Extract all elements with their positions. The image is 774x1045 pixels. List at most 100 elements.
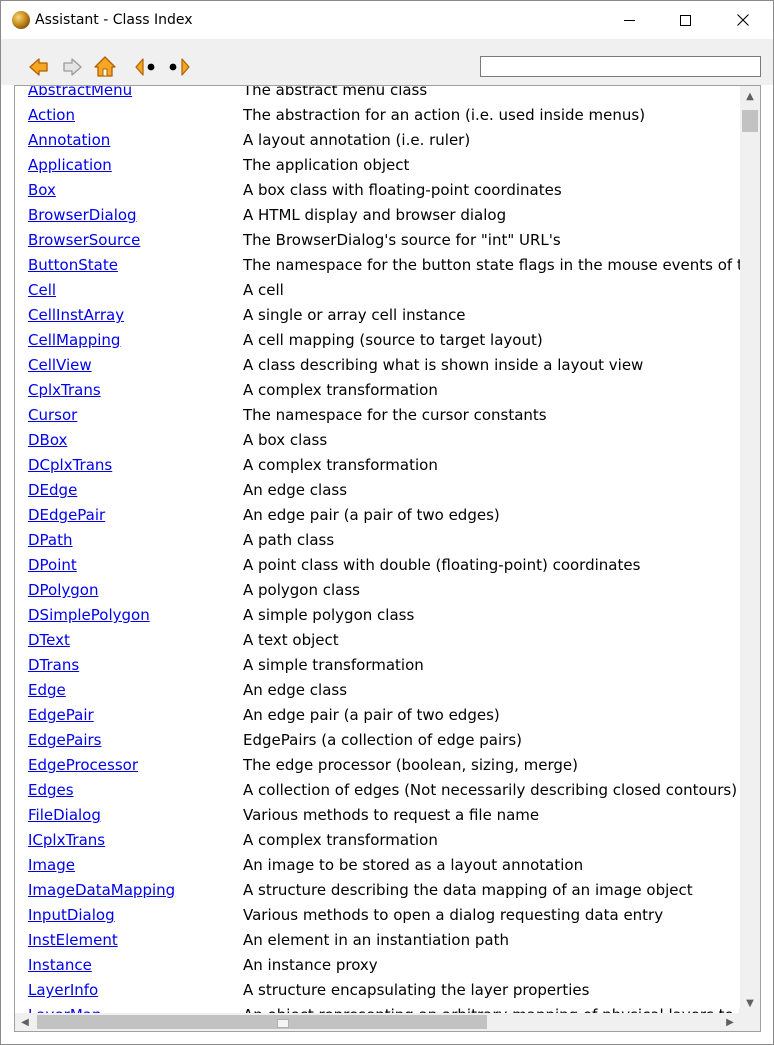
table-row: CellView A class describing what is shown… — [15, 353, 740, 378]
class-link[interactable]: CellView — [28, 356, 92, 374]
minimize-button[interactable] — [601, 1, 657, 39]
class-link[interactable]: Application — [28, 156, 112, 174]
class-link[interactable]: EdgeProcessor — [28, 756, 138, 774]
table-row: DSimplePolygon A simple polygon class — [15, 603, 740, 628]
table-row: ICplxTrans A complex transformation — [15, 828, 740, 853]
table-row: Action The abstraction for an action (i.e… — [15, 103, 740, 128]
class-link[interactable]: LayerInfo — [28, 981, 98, 999]
table-row: LayerInfo A structure encapsulating the l… — [15, 978, 740, 1003]
class-link[interactable]: DPoint — [28, 556, 77, 574]
back-arrow-icon — [29, 58, 48, 76]
class-link[interactable]: Action — [28, 106, 75, 124]
close-icon — [737, 14, 749, 26]
table-row: Edge An edge class — [15, 678, 740, 703]
class-link[interactable]: DEdgePair — [28, 506, 105, 524]
class-description: The abstraction for an action (i.e. used… — [243, 106, 646, 124]
class-description: An element in an instantiation path — [243, 931, 509, 949]
class-link[interactable]: FileDialog — [28, 806, 101, 824]
class-description: An edge pair (a pair of two edges) — [243, 506, 500, 524]
class-link[interactable]: DBox — [28, 431, 67, 449]
class-description: The abstract menu class — [243, 85, 428, 99]
class-link[interactable]: EdgePair — [28, 706, 94, 724]
table-row: DBox A box class — [15, 428, 740, 453]
maximize-icon — [679, 14, 691, 26]
class-link[interactable]: DEdge — [28, 481, 77, 499]
class-description: Various methods to request a file name — [243, 806, 540, 824]
table-row: DEdgePair An edge pair (a pair of two edg… — [15, 503, 740, 528]
vertical-scroll-thumb[interactable] — [742, 110, 758, 132]
class-description: A complex transformation — [243, 381, 438, 399]
class-description: Various methods to open a dialog request… — [243, 906, 664, 924]
class-description: An instance proxy — [243, 956, 378, 974]
class-link[interactable]: Instance — [28, 956, 92, 974]
table-row: DTrans A simple transformation — [15, 653, 740, 678]
title-bar[interactable]: Assistant - Class Index — [1, 1, 773, 39]
table-row: EdgePair An edge pair (a pair of two edge… — [15, 703, 740, 728]
class-link[interactable]: ButtonState — [28, 256, 118, 274]
table-row: EdgeProcessor The edge processor (boolean… — [15, 753, 740, 778]
table-row: CellInstArray A single or array cell inst… — [15, 303, 740, 328]
horizontal-scroll-thumb[interactable] — [37, 1015, 487, 1029]
table-row: AbstractMenu The abstract menu class — [15, 85, 740, 103]
class-link[interactable]: CellInstArray — [28, 306, 124, 324]
class-description: The BrowserDialog's source for "int" URL… — [243, 231, 561, 249]
class-link[interactable]: CellMapping — [28, 331, 120, 349]
scroll-down-icon[interactable]: ▼ — [740, 993, 760, 1013]
scroll-right-icon[interactable]: ▶ — [720, 1013, 740, 1031]
class-link[interactable]: Annotation — [28, 131, 110, 149]
scroll-up-icon[interactable]: ▲ — [740, 86, 760, 106]
class-link[interactable]: ICplxTrans — [28, 831, 105, 849]
class-link[interactable]: ImageDataMapping — [28, 881, 175, 899]
class-description: A class describing what is shown inside … — [243, 356, 644, 374]
table-row: DCplxTrans A complex transformation — [15, 453, 740, 478]
class-link[interactable]: Cell — [28, 281, 56, 299]
class-description: A simple polygon class — [243, 606, 415, 624]
table-row: FileDialog Various methods to request a f… — [15, 803, 740, 828]
class-link[interactable]: DTrans — [28, 656, 79, 674]
class-link[interactable]: CplxTrans — [28, 381, 101, 399]
class-link[interactable]: DPath — [28, 531, 73, 549]
back-button[interactable] — [27, 55, 51, 79]
search-input[interactable] — [480, 56, 761, 77]
class-link[interactable]: InstElement — [28, 931, 118, 949]
class-link[interactable]: DPolygon — [28, 581, 99, 599]
class-description: A simple transformation — [243, 656, 424, 674]
class-link[interactable]: Edge — [28, 681, 66, 699]
class-link[interactable]: DText — [28, 631, 70, 649]
vertical-scrollbar[interactable]: ▲ ▼ — [740, 86, 760, 1013]
class-link[interactable]: AbstractMenu — [28, 86, 132, 99]
horizontal-scrollbar[interactable]: ◀ ▶ — [15, 1013, 740, 1031]
table-row: Application The application object — [15, 153, 740, 178]
class-link[interactable]: Box — [28, 181, 56, 199]
class-link[interactable]: DCplxTrans — [28, 456, 112, 474]
scroll-grip-icon — [277, 1019, 289, 1028]
next-topic-button[interactable] — [167, 55, 191, 79]
class-link[interactable]: Image — [28, 856, 75, 874]
minimize-icon — [623, 19, 635, 21]
table-row: Annotation A layout annotation (i.e. rule… — [15, 128, 740, 153]
class-description: The edge processor (boolean, sizing, mer… — [243, 756, 578, 774]
class-link[interactable]: Cursor — [28, 406, 77, 424]
previous-topic-button[interactable] — [134, 55, 158, 79]
forward-button[interactable] — [60, 55, 84, 79]
class-link[interactable]: Edges — [28, 781, 74, 799]
class-description: A polygon class — [243, 581, 360, 599]
table-row: Instance An instance proxy — [15, 953, 740, 978]
class-link[interactable]: DSimplePolygon — [28, 606, 150, 624]
close-button[interactable] — [715, 1, 771, 39]
class-description: A structure encapsulating the layer prop… — [243, 981, 590, 999]
class-link[interactable]: EdgePairs — [28, 731, 101, 749]
table-row: InstElement An element in an instantiatio… — [15, 928, 740, 953]
maximize-button[interactable] — [657, 1, 713, 39]
class-description: A collection of edges (Not necessarily d… — [243, 781, 738, 799]
table-row: Cursor The namespace for the cursor const… — [15, 403, 740, 428]
class-link[interactable]: BrowserSource — [28, 231, 140, 249]
scroll-left-icon[interactable]: ◀ — [15, 1013, 35, 1031]
class-index-view[interactable]: AbstractMenu The abstract menu class Actio… — [14, 85, 761, 1032]
class-link[interactable]: InputDialog — [28, 906, 115, 924]
app-logo-icon — [12, 11, 30, 29]
scroll-corner — [740, 1013, 760, 1031]
class-link[interactable]: BrowserDialog — [28, 206, 137, 224]
home-button[interactable] — [93, 55, 117, 79]
class-index-table: AbstractMenu The abstract menu class Actio… — [15, 85, 743, 1028]
